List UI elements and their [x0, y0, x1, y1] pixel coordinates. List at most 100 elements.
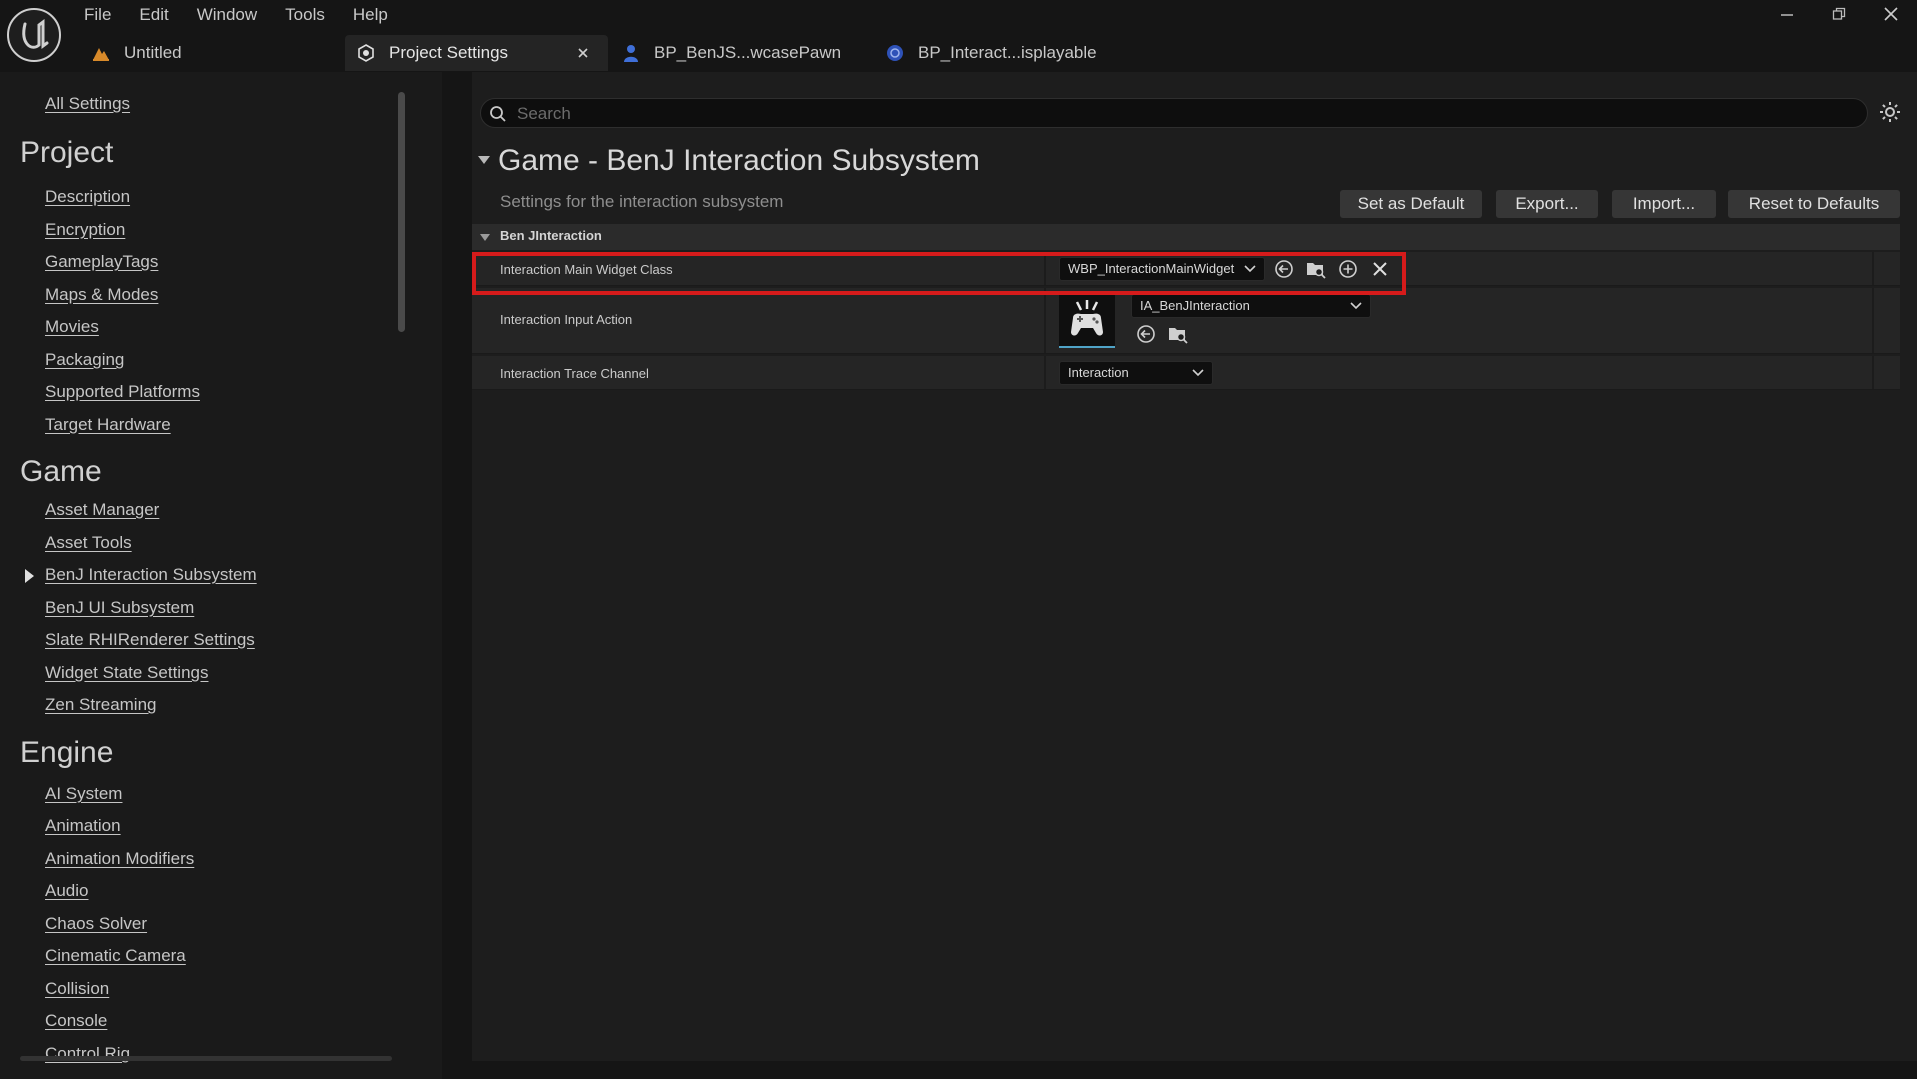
nav-maps-modes[interactable]: Maps & Modes	[45, 285, 158, 305]
nav-audio[interactable]: Audio	[45, 881, 88, 901]
search-icon	[489, 105, 507, 123]
tab-untitled[interactable]: Untitled	[90, 35, 182, 71]
nav-encryption[interactable]: Encryption	[45, 220, 125, 240]
settings-details-panel: Game - BenJ Interaction Subsystem Settin…	[472, 72, 1917, 1061]
pawn-icon	[620, 42, 642, 64]
search-box[interactable]	[480, 98, 1868, 129]
tab-project-settings[interactable]: Project Settings	[345, 35, 608, 71]
close-tab-icon[interactable]	[574, 44, 592, 62]
nav-benj-ui-subsystem[interactable]: BenJ UI Subsystem	[45, 598, 194, 618]
unreal-logo-icon[interactable]	[7, 8, 61, 62]
nav-asset-tools[interactable]: Asset Tools	[45, 533, 132, 553]
chevron-down-icon	[1244, 264, 1256, 274]
dropdown-value: Interaction	[1068, 365, 1129, 380]
chevron-down-icon	[1350, 301, 1362, 311]
nav-control-rig[interactable]: Control Rig	[45, 1044, 130, 1064]
property-label: Interaction Input Action	[500, 312, 633, 327]
set-as-default-button[interactable]: Set as Default	[1340, 190, 1482, 218]
nav-collision[interactable]: Collision	[45, 979, 109, 999]
nav-zen-streaming[interactable]: Zen Streaming	[45, 695, 157, 715]
nav-asset-manager[interactable]: Asset Manager	[45, 500, 159, 520]
gear-icon[interactable]	[1878, 100, 1902, 124]
nav-chaos-solver[interactable]: Chaos Solver	[45, 914, 147, 934]
nav-console[interactable]: Console	[45, 1011, 107, 1031]
vertical-scrollbar[interactable]	[398, 92, 405, 332]
menu-help[interactable]: Help	[339, 3, 402, 27]
input-action-dropdown[interactable]: IA_BenJInteraction	[1131, 294, 1371, 318]
nav-widget-state-settings[interactable]: Widget State Settings	[45, 663, 208, 683]
minimize-icon[interactable]	[1761, 0, 1813, 28]
column-divider[interactable]	[1044, 288, 1046, 353]
nav-description[interactable]: Description	[45, 187, 130, 207]
tab-label: BP_BenJS...wcasePawn	[654, 43, 842, 62]
blueprint-icon	[884, 42, 906, 64]
tab-interact-displayable[interactable]: BP_Interact...isplayable	[884, 35, 1097, 71]
category-label: Ben JInteraction	[500, 228, 602, 243]
section-title: Game - BenJ Interaction Subsystem	[498, 144, 980, 177]
search-input[interactable]	[515, 99, 1859, 129]
column-divider	[1872, 288, 1874, 353]
nav-benj-interaction-subsystem[interactable]: BenJ Interaction Subsystem	[45, 565, 257, 585]
nav-section-project: Project	[20, 136, 114, 169]
tab-showcase-pawn[interactable]: BP_BenJS...wcasePawn	[620, 35, 841, 71]
nav-animation[interactable]: Animation	[45, 816, 121, 836]
menu-edit[interactable]: Edit	[125, 3, 182, 27]
nav-target-hardware[interactable]: Target Hardware	[45, 415, 171, 435]
import-button[interactable]: Import...	[1612, 190, 1716, 218]
close-window-icon[interactable]	[1865, 0, 1917, 28]
reset-to-defaults-button[interactable]: Reset to Defaults	[1728, 190, 1900, 218]
restore-icon[interactable]	[1813, 0, 1865, 28]
column-divider	[1872, 252, 1874, 285]
chevron-down-icon	[1192, 368, 1204, 378]
settings-navigation: All Settings Project Description Encrypt…	[0, 72, 442, 1079]
section-description: Settings for the interaction subsystem	[500, 192, 784, 211]
menu-bar: File Edit Window Tools Help	[70, 3, 402, 27]
browse-asset-icon[interactable]	[1304, 257, 1328, 281]
level-icon	[90, 42, 112, 64]
nav-section-engine: Engine	[20, 736, 114, 769]
menu-tools[interactable]: Tools	[271, 3, 339, 27]
property-row-trace-channel: Interaction Trace Channel Interaction	[472, 356, 1900, 390]
clear-icon[interactable]	[1368, 257, 1392, 281]
dropdown-value: WBP_InteractionMainWidget	[1068, 261, 1235, 276]
nav-gameplaytags[interactable]: GameplayTags	[45, 252, 158, 272]
window-controls	[1761, 0, 1917, 28]
widget-class-dropdown[interactable]: WBP_InteractionMainWidget	[1059, 257, 1265, 281]
column-divider	[1872, 356, 1874, 389]
nav-slate-rhirenderer[interactable]: Slate RHIRenderer Settings	[45, 630, 255, 650]
nav-cinematic-camera[interactable]: Cinematic Camera	[45, 946, 186, 966]
column-divider[interactable]	[1044, 356, 1046, 389]
category-header[interactable]: Ben JInteraction	[472, 224, 1900, 250]
menu-file[interactable]: File	[70, 3, 125, 27]
menu-window[interactable]: Window	[183, 3, 271, 27]
tab-label: Untitled	[124, 43, 182, 62]
active-item-arrow-icon	[25, 569, 34, 583]
nav-supported-platforms[interactable]: Supported Platforms	[45, 382, 200, 402]
nav-all-settings[interactable]: All Settings	[45, 94, 130, 114]
nav-animation-modifiers[interactable]: Animation Modifiers	[45, 849, 194, 869]
export-button[interactable]: Export...	[1496, 190, 1598, 218]
column-divider[interactable]	[1044, 252, 1046, 285]
tab-label: Project Settings	[389, 43, 509, 62]
nav-section-game: Game	[20, 455, 102, 488]
chevron-down-icon	[480, 234, 490, 241]
add-new-icon[interactable]	[1336, 257, 1360, 281]
use-selected-icon[interactable]	[1134, 322, 1158, 346]
property-label: Interaction Main Widget Class	[500, 262, 673, 277]
property-label: Interaction Trace Channel	[500, 366, 649, 381]
nav-movies[interactable]: Movies	[45, 317, 99, 337]
tab-label: BP_Interact...isplayable	[918, 43, 1097, 62]
property-row-main-widget-class: Interaction Main Widget Class WBP_Intera…	[472, 252, 1900, 286]
title-bar: File Edit Window Tools Help Untitled Pro…	[0, 0, 1917, 72]
nav-ai-system[interactable]: AI System	[45, 784, 122, 804]
trace-channel-dropdown[interactable]: Interaction	[1059, 361, 1213, 385]
use-selected-icon[interactable]	[1272, 257, 1296, 281]
browse-asset-icon[interactable]	[1166, 322, 1190, 346]
settings-cube-icon	[355, 42, 377, 64]
property-row-input-action: Interaction Input Action IA_BenJInteract…	[472, 288, 1900, 354]
gamepad-thumbnail-icon[interactable]	[1059, 294, 1115, 348]
horizontal-scrollbar[interactable]	[20, 1056, 392, 1061]
collapse-section-icon[interactable]	[478, 156, 490, 164]
dropdown-value: IA_BenJInteraction	[1140, 298, 1250, 313]
nav-packaging[interactable]: Packaging	[45, 350, 124, 370]
